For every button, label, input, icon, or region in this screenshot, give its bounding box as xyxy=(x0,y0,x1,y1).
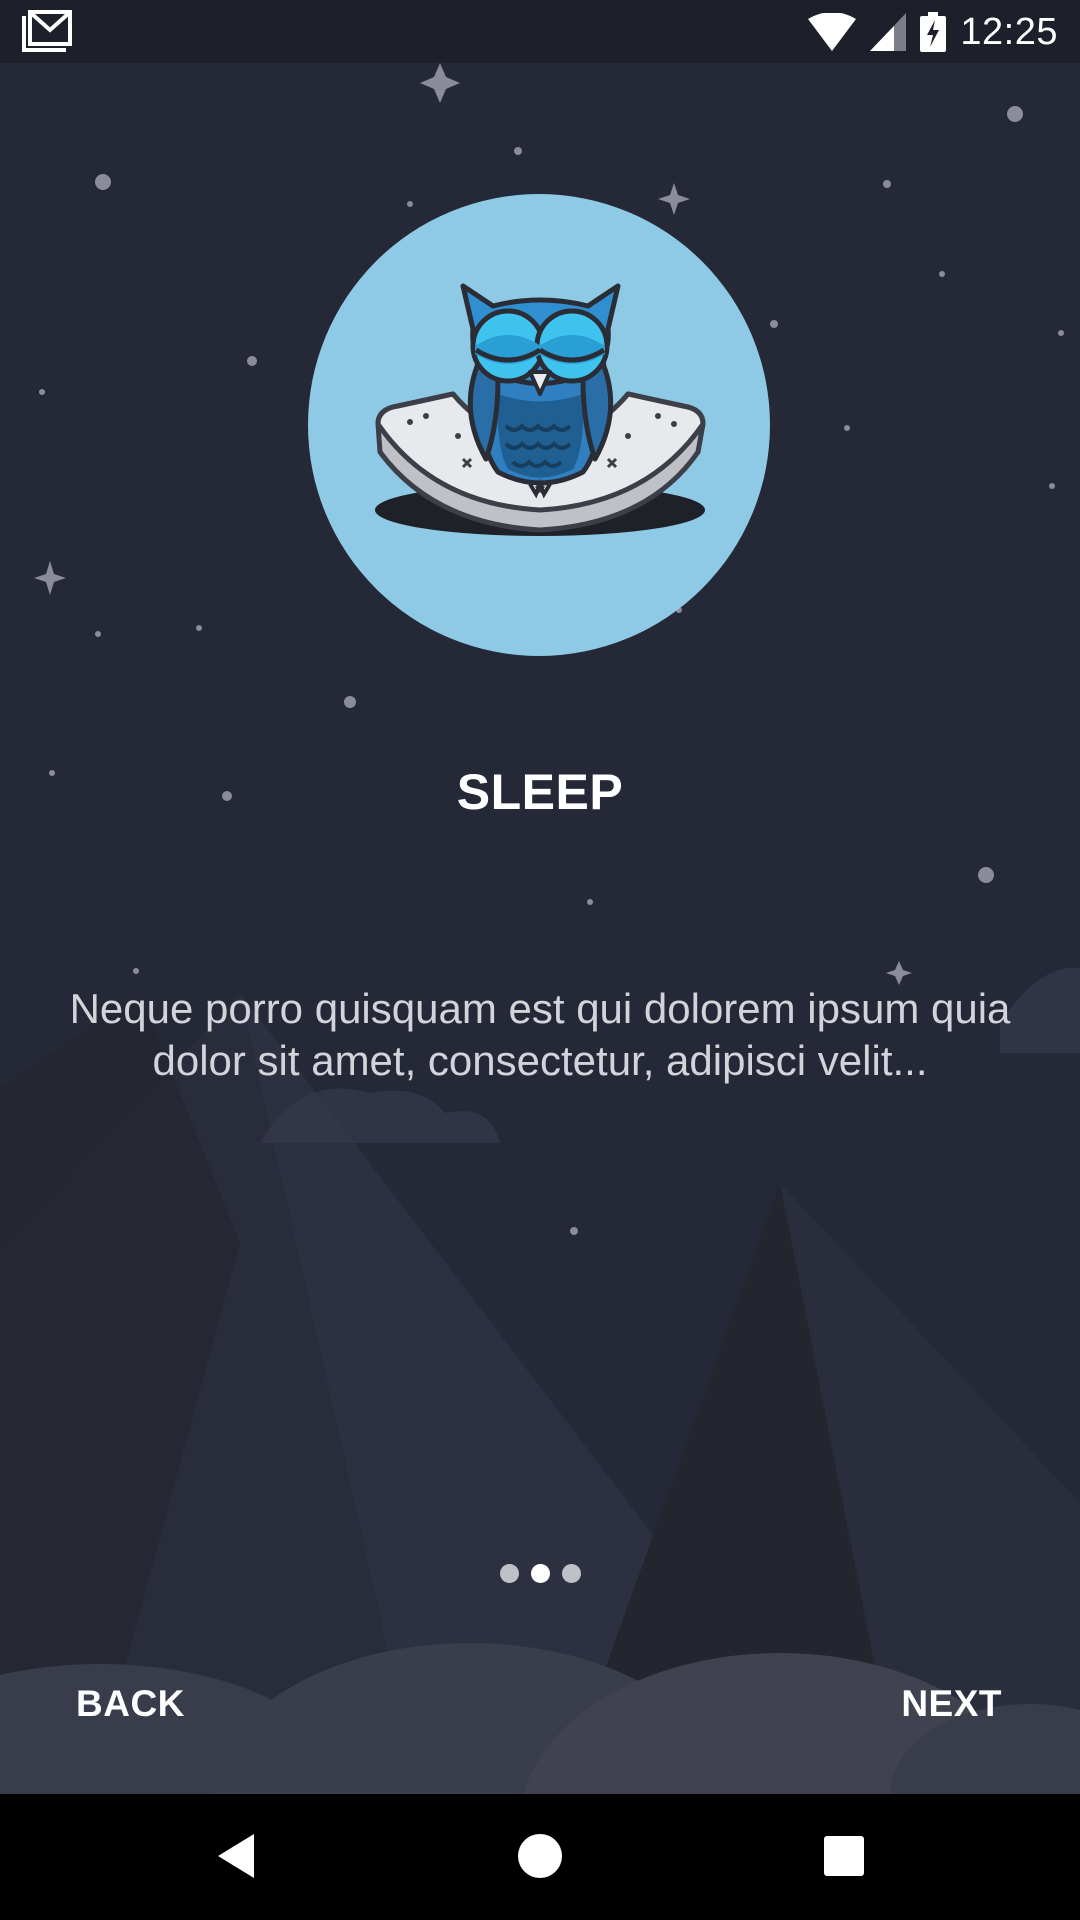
page-indicator xyxy=(0,1564,1080,1586)
back-button[interactable]: BACK xyxy=(76,1683,185,1725)
status-time: 12:25 xyxy=(960,10,1058,53)
gmail-notification-icon xyxy=(22,10,72,52)
status-bar: 12:25 xyxy=(0,0,1080,63)
onboarding-screen: SLEEP Neque porro quisquam est qui dolor… xyxy=(0,63,1080,1794)
next-button[interactable]: NEXT xyxy=(901,1683,1002,1725)
page-dot-3 xyxy=(561,1564,581,1583)
back-triangle-icon[interactable] xyxy=(206,1826,266,1886)
page-description: Neque porro quisquam est qui dolorem ips… xyxy=(69,985,1011,1084)
home-circle-icon[interactable] xyxy=(510,1826,570,1886)
battery-charging-icon xyxy=(920,12,947,52)
page-dot-2 xyxy=(530,1564,550,1583)
cell-signal-icon xyxy=(870,13,907,51)
sleeping-owl-on-mattress-icon xyxy=(308,194,770,656)
system-navigation-bar xyxy=(0,1794,1080,1920)
recents-square-icon[interactable] xyxy=(814,1826,874,1886)
page-title: SLEEP xyxy=(456,764,624,820)
page-dot-1 xyxy=(499,1564,519,1583)
wifi-icon xyxy=(808,13,857,51)
